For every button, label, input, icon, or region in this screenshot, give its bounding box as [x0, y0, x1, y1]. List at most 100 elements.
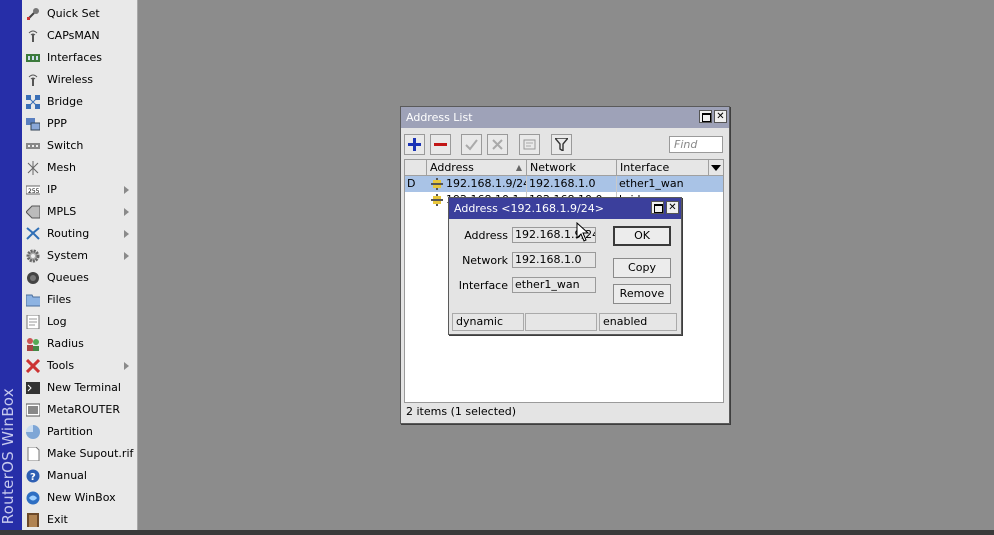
remove-button[interactable]: Remove: [613, 284, 671, 304]
ok-button[interactable]: OK: [613, 226, 671, 246]
menu-item-label: MPLS: [47, 205, 77, 218]
menu-item-radius[interactable]: Radius: [22, 333, 137, 355]
maximize-button[interactable]: [651, 201, 664, 214]
address-dialog-titlebar[interactable]: Address <192.168.1.9/24> ✕: [449, 198, 681, 219]
column-header-address[interactable]: Address ▲: [427, 160, 527, 176]
column-header-interface[interactable]: Interface: [617, 160, 709, 176]
menu-item-label: New WinBox: [47, 491, 116, 504]
status-middle: [525, 313, 597, 331]
menu-item-mesh[interactable]: Mesh: [22, 157, 137, 179]
submenu-arrow-icon: [124, 186, 129, 194]
column-header-flag[interactable]: [405, 160, 427, 176]
menu-item-label: Radius: [47, 337, 84, 350]
copy-button[interactable]: Copy: [613, 258, 671, 278]
row-address: 192.168.1.9/24: [446, 177, 526, 190]
main-menu: RouterOS WinBox Quick Set CAPsMAN Interf…: [0, 0, 138, 530]
menu-item-label: Routing: [47, 227, 90, 240]
queues-icon: [26, 271, 40, 285]
menu-item-label: CAPsMAN: [47, 29, 100, 42]
address-dialog-window: Address <192.168.1.9/24> ✕ Address 192.1…: [448, 197, 682, 335]
menu-item-label: Exit: [47, 513, 68, 526]
add-button[interactable]: [404, 134, 425, 155]
menu-item-quick-set[interactable]: Quick Set: [22, 3, 137, 25]
supout-icon: [26, 447, 40, 461]
menu-item-label: Files: [47, 293, 72, 306]
column-header-network[interactable]: Network: [527, 160, 617, 176]
filter-button[interactable]: [551, 134, 572, 155]
address-label: Address: [464, 229, 508, 242]
address-plus-icon: [431, 178, 443, 190]
menu-item-new-winbox[interactable]: New WinBox: [22, 487, 137, 509]
menu-item-interfaces[interactable]: Interfaces: [22, 47, 137, 69]
maximize-button[interactable]: [699, 110, 712, 123]
files-icon: [26, 293, 40, 307]
minus-icon: [434, 143, 447, 146]
interface-field[interactable]: ether1_wan: [512, 277, 596, 293]
menu-item-label: New Terminal: [47, 381, 121, 394]
menu-item-manual[interactable]: ? Manual: [22, 465, 137, 487]
menu-item-label: Quick Set: [47, 7, 100, 20]
exit-icon: [26, 513, 40, 527]
terminal-icon: [26, 381, 40, 395]
menu-item-log[interactable]: Log: [22, 311, 137, 333]
sort-asc-icon: ▲: [515, 163, 522, 172]
column-chooser-button[interactable]: [709, 160, 723, 176]
menu-item-tools[interactable]: Tools: [22, 355, 137, 377]
menu-item-switch[interactable]: Switch: [22, 135, 137, 157]
mouse-cursor-icon: [576, 222, 590, 242]
brand-bar: RouterOS WinBox: [0, 0, 22, 530]
enable-button[interactable]: [461, 134, 482, 155]
menu-item-label: Bridge: [47, 95, 83, 108]
menu-item-queues[interactable]: Queues: [22, 267, 137, 289]
menu-item-ip[interactable]: 255 IP: [22, 179, 137, 201]
menu-item-label: PPP: [47, 117, 67, 130]
menu-item-label: MetaROUTER: [47, 403, 120, 416]
menu-item-capsman[interactable]: CAPsMAN: [22, 25, 137, 47]
ip-icon: 255: [26, 183, 40, 197]
menu-item-label: Interfaces: [47, 51, 102, 64]
svg-text:?: ?: [30, 472, 36, 483]
menu-item-ppp[interactable]: PPP: [22, 113, 137, 135]
disable-button[interactable]: [487, 134, 508, 155]
row-flag: D: [407, 177, 416, 190]
menu-item-mpls[interactable]: MPLS: [22, 201, 137, 223]
menu-item-exit[interactable]: Exit: [22, 509, 137, 531]
menu-item-make-supout[interactable]: Make Supout.rif: [22, 443, 137, 465]
close-button[interactable]: ✕: [666, 201, 679, 214]
remove-button[interactable]: [430, 134, 451, 155]
comment-button[interactable]: [519, 134, 540, 155]
table-row[interactable]: D 192.168.1.9/24 192.168.1.0 ether1_wan: [405, 176, 723, 192]
quick-set-icon: [26, 7, 40, 21]
network-field[interactable]: 192.168.1.0: [512, 252, 596, 268]
menu-item-label: Mesh: [47, 161, 76, 174]
menu-item-label: Tools: [47, 359, 75, 372]
menu-item-routing[interactable]: Routing: [22, 223, 137, 245]
menu-item-wireless[interactable]: Wireless: [22, 69, 137, 91]
menu-item-bridge[interactable]: Bridge: [22, 91, 137, 113]
status-enabled: enabled: [599, 313, 677, 331]
cross-icon: [492, 139, 503, 150]
system-icon: [26, 249, 40, 263]
winbox-icon: [26, 491, 40, 505]
menu-item-new-terminal[interactable]: New Terminal: [22, 377, 137, 399]
ppp-icon: [26, 117, 40, 131]
network-label: Network: [462, 254, 508, 267]
menu-item-label: System: [47, 249, 89, 262]
brand-text: RouterOS WinBox: [0, 387, 17, 524]
menu-item-label: Partition: [47, 425, 93, 438]
metarouter-icon: [26, 403, 40, 417]
menu-item-system[interactable]: System: [22, 245, 137, 267]
find-input[interactable]: [669, 136, 723, 153]
menu-item-files[interactable]: Files: [22, 289, 137, 311]
check-icon: [465, 139, 478, 151]
routing-icon: [26, 227, 40, 241]
menu-item-partition[interactable]: Partition: [22, 421, 137, 443]
menu-item-metarouter[interactable]: MetaROUTER: [22, 399, 137, 421]
menu-item-label: Make Supout.rif: [47, 447, 134, 460]
address-list-titlebar[interactable]: Address List ✕: [401, 107, 729, 128]
bottom-strip: [0, 530, 994, 535]
menu-item-label: Switch: [47, 139, 84, 152]
filter-icon: [555, 138, 568, 151]
close-button[interactable]: ✕: [714, 110, 727, 123]
submenu-arrow-icon: [124, 230, 129, 238]
